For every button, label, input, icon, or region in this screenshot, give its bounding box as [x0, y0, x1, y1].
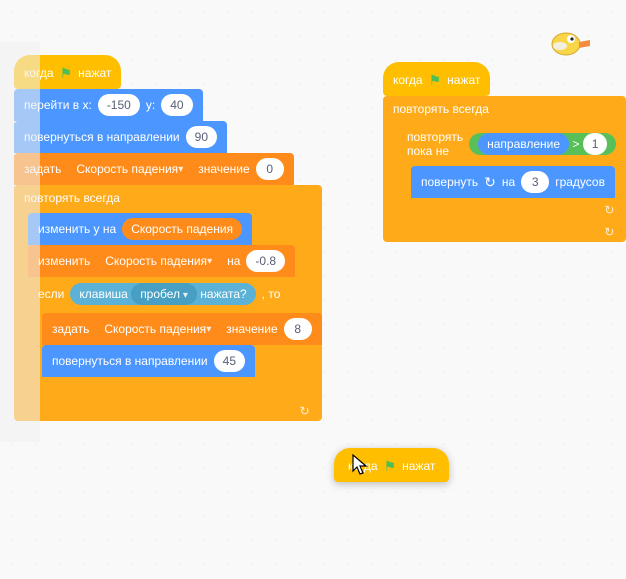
variable-dropdown[interactable]: Скорость падения: [95, 318, 220, 340]
forever-block[interactable]: повторять всегда изменить y на Скорость …: [14, 185, 322, 421]
green-flag-icon: ⚑: [384, 458, 397, 475]
variable-reporter[interactable]: Скорость падения: [122, 218, 242, 240]
set-variable-block-2[interactable]: задать Скорость падения значение 8: [42, 313, 322, 345]
green-flag-icon: ⚑: [429, 72, 442, 89]
hat-text-suffix: нажат: [78, 66, 111, 80]
dir-input[interactable]: 90: [186, 126, 217, 148]
reporter-label: нажата?: [200, 287, 246, 301]
forever-block[interactable]: повторять всегда повторять пока не напра…: [383, 96, 626, 242]
loop-arrow-icon: ↻: [604, 225, 614, 239]
value-input[interactable]: 1: [583, 133, 608, 155]
when-flag-clicked-hat[interactable]: когда ⚑ нажат: [14, 55, 322, 89]
block-label: перейти в x:: [24, 98, 92, 112]
goto-xy-block[interactable]: перейти в x: -150 y: 40: [14, 89, 322, 121]
block-label: задать: [24, 162, 61, 176]
mouse-cursor-icon: [352, 454, 370, 478]
block-label: изменить: [38, 254, 90, 268]
change-variable-block[interactable]: изменить Скорость падения на -0.8: [28, 245, 322, 277]
block-label: на: [227, 254, 240, 268]
green-flag-icon: ⚑: [60, 65, 73, 82]
block-label: если: [38, 287, 64, 301]
hat-text-prefix: когда: [24, 66, 54, 80]
point-direction-block[interactable]: повернуться в направлении 90: [14, 121, 322, 153]
block-label: изменить y на: [38, 222, 116, 236]
clockwise-icon: ↻: [484, 174, 496, 191]
key-pressed-reporter[interactable]: клавиша пробел нажата?: [70, 283, 255, 305]
script-stack-1[interactable]: когда ⚑ нажат перейти в x: -150 y: 40 по…: [14, 55, 322, 421]
value-input[interactable]: -0.8: [246, 250, 285, 272]
degrees-input[interactable]: 3: [521, 171, 549, 193]
block-label: повторять всегда: [393, 102, 489, 116]
gt-operator[interactable]: направление > 1: [469, 133, 616, 155]
operator-symbol: >: [572, 137, 579, 151]
reporter-label: клавиша: [79, 287, 127, 301]
script-stack-2[interactable]: когда ⚑ нажат повторять всегда повторять…: [383, 62, 626, 242]
turn-cw-block[interactable]: повернуть ↻ на 3 градусов: [411, 166, 626, 198]
variable-dropdown[interactable]: Скорость падения: [96, 250, 221, 272]
loop-arrow-icon: ↻: [604, 203, 614, 217]
block-label: повторять всегда: [24, 191, 120, 205]
hat-text-suffix: нажат: [447, 73, 480, 87]
repeat-until-block[interactable]: повторять пока не направление > 1 поверн…: [397, 124, 626, 220]
block-label: повернуться в направлении: [24, 130, 180, 144]
set-variable-block[interactable]: задать Скорость падения значение 0: [14, 153, 322, 185]
loop-arrow-icon: ↻: [300, 404, 310, 418]
when-flag-clicked-hat[interactable]: когда ⚑ нажат: [383, 62, 626, 96]
block-label: значение: [198, 162, 249, 176]
block-label: задать: [52, 322, 89, 336]
block-label: на: [502, 175, 515, 189]
block-label: y:: [146, 98, 155, 112]
hat-text-suffix: нажат: [402, 459, 435, 473]
sprite-thumbnail: [550, 26, 596, 60]
block-label: повернуть: [421, 175, 478, 189]
variable-dropdown[interactable]: Скорость падения: [67, 158, 192, 180]
value-input[interactable]: 8: [284, 318, 312, 340]
block-label: повернуться в направлении: [52, 354, 208, 368]
direction-reporter[interactable]: направление: [478, 133, 569, 155]
value-input[interactable]: 0: [256, 158, 284, 180]
y-input[interactable]: 40: [161, 94, 192, 116]
key-dropdown[interactable]: пробел: [131, 283, 197, 305]
block-label: значение: [226, 322, 277, 336]
block-label: повторять пока не: [407, 130, 463, 158]
hat-text-prefix: когда: [393, 73, 423, 87]
x-input[interactable]: -150: [98, 94, 140, 116]
block-label: , то: [262, 287, 281, 301]
change-y-block[interactable]: изменить y на Скорость падения: [28, 213, 322, 245]
dir-input[interactable]: 45: [214, 350, 245, 372]
block-label: градусов: [555, 175, 605, 189]
point-direction-block-2[interactable]: повернуться в направлении 45: [42, 345, 322, 377]
if-block[interactable]: если клавиша пробел нажата? , то задать …: [28, 277, 322, 399]
